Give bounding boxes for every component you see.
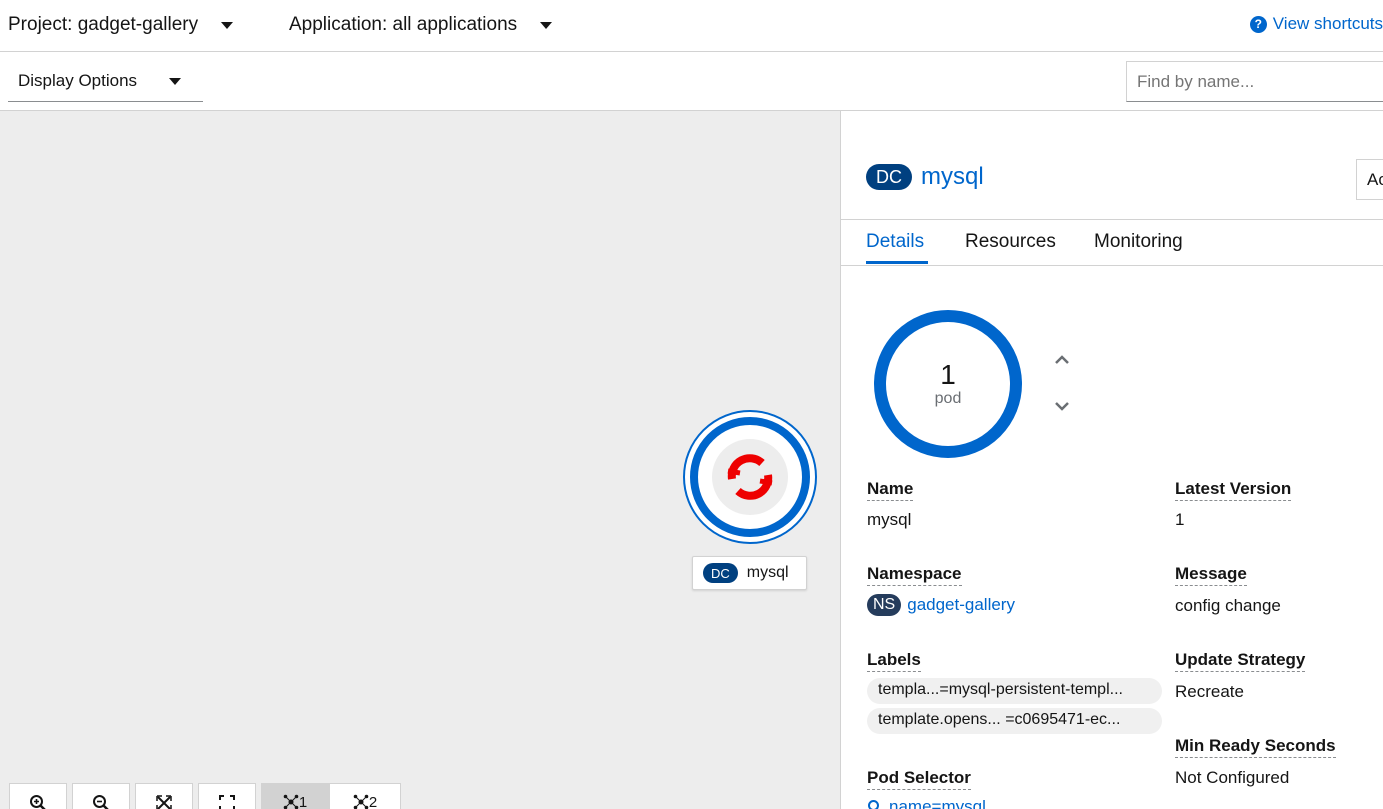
pod-count: 1 (940, 359, 956, 390)
search-icon (868, 800, 879, 809)
node-name: mysql (746, 564, 789, 581)
caret-down-icon (221, 21, 234, 29)
reset-view-button[interactable] (198, 783, 256, 809)
tab-details[interactable]: Details (866, 231, 924, 253)
ns-badge: NS (867, 594, 902, 616)
application-selector-label: Application: all applications (289, 14, 518, 35)
pod-selector-value: name=mysql (889, 797, 986, 809)
namespace-label: Namespace (867, 564, 962, 586)
display-options-label: Display Options (18, 71, 138, 90)
tab-monitoring[interactable]: Monitoring (1094, 231, 1183, 253)
dc-badge: DC (866, 164, 912, 190)
tab-resources[interactable]: Resources (965, 231, 1056, 253)
zoom-out-button[interactable] (72, 783, 130, 809)
display-options-dropdown[interactable]: Display Options (8, 61, 203, 102)
layout-1-button[interactable]: 1 (261, 783, 329, 809)
layout-1-label: 1 (298, 794, 308, 809)
pod-selector-link[interactable]: name=mysql (867, 797, 986, 809)
pod-ring (690, 417, 810, 537)
label-chip[interactable]: template.opens... =c0695471-ec... (867, 708, 1162, 734)
topology-layout-icon (353, 794, 369, 809)
topology-layout-icon (283, 794, 299, 809)
expand-arrows-icon (156, 795, 172, 809)
message-label: Message (1175, 564, 1247, 586)
caret-down-icon (540, 21, 553, 29)
topology-controls: 1 2 (9, 783, 406, 809)
pod-ring-chart: 1 pod (874, 310, 1022, 458)
view-shortcuts-label: View shortcuts (1272, 14, 1383, 33)
node-label[interactable]: DC mysql (692, 556, 807, 590)
update-strategy-label: Update Strategy (1175, 650, 1306, 672)
label-chip[interactable]: templa...=mysql-persistent-templ... (867, 678, 1162, 704)
top-bar: Project: gadget-gallery Application: all… (0, 0, 1383, 52)
actions-label: Actions (1367, 170, 1383, 189)
application-selector[interactable]: Application: all applications (289, 14, 553, 36)
message-value: config change (1175, 596, 1281, 615)
latest-version-value: 1 (1175, 510, 1185, 529)
zoom-in-button[interactable] (9, 783, 67, 809)
namespace-value: gadget-gallery (907, 595, 1015, 614)
latest-version-label: Latest Version (1175, 479, 1292, 501)
namespace-link[interactable]: NS gadget-gallery (867, 594, 1015, 616)
project-selector-label: Project: gadget-gallery (8, 14, 199, 35)
details-side-panel: DC mysql Actions Details Resources Monit… (840, 111, 1383, 809)
find-by-name-input[interactable] (1126, 61, 1383, 102)
zoom-out-icon (93, 795, 109, 809)
expand-icon (219, 795, 235, 809)
openshift-logo-icon (712, 439, 788, 515)
active-tab-indicator (866, 261, 928, 264)
fit-to-screen-button[interactable] (135, 783, 193, 809)
min-ready-seconds-label: Min Ready Seconds (1175, 736, 1336, 758)
min-ready-seconds-value: Not Configured (1175, 768, 1290, 787)
workload-node[interactable] (683, 410, 817, 544)
view-shortcuts-link[interactable]: ? View shortcuts (1249, 14, 1383, 34)
panel-tabs: Details Resources Monitoring (841, 219, 1383, 266)
name-value: mysql (867, 510, 912, 529)
name-label: Name (867, 479, 914, 501)
pod-selector-label: Pod Selector (867, 768, 971, 790)
project-selector[interactable]: Project: gadget-gallery (8, 14, 234, 36)
dc-badge: DC (703, 563, 738, 583)
zoom-in-icon (30, 795, 46, 809)
layout-2-button[interactable]: 2 (329, 783, 401, 809)
topology-toolbar: Display Options (0, 52, 1383, 111)
update-strategy-value: Recreate (1175, 682, 1244, 701)
topology-canvas[interactable]: DC mysql 1 2 (0, 111, 840, 809)
actions-dropdown[interactable]: Actions (1356, 159, 1383, 200)
pod-unit: pod (934, 390, 962, 407)
scale-down-icon[interactable] (1051, 395, 1073, 417)
labels-label: Labels (867, 650, 921, 672)
scale-up-icon[interactable] (1051, 349, 1073, 371)
resource-name-link[interactable]: mysql (921, 163, 984, 191)
question-circle-icon: ? (1249, 15, 1267, 33)
panel-title: DC mysql (866, 163, 984, 191)
layout-2-label: 2 (368, 794, 378, 809)
caret-down-icon (169, 77, 181, 85)
